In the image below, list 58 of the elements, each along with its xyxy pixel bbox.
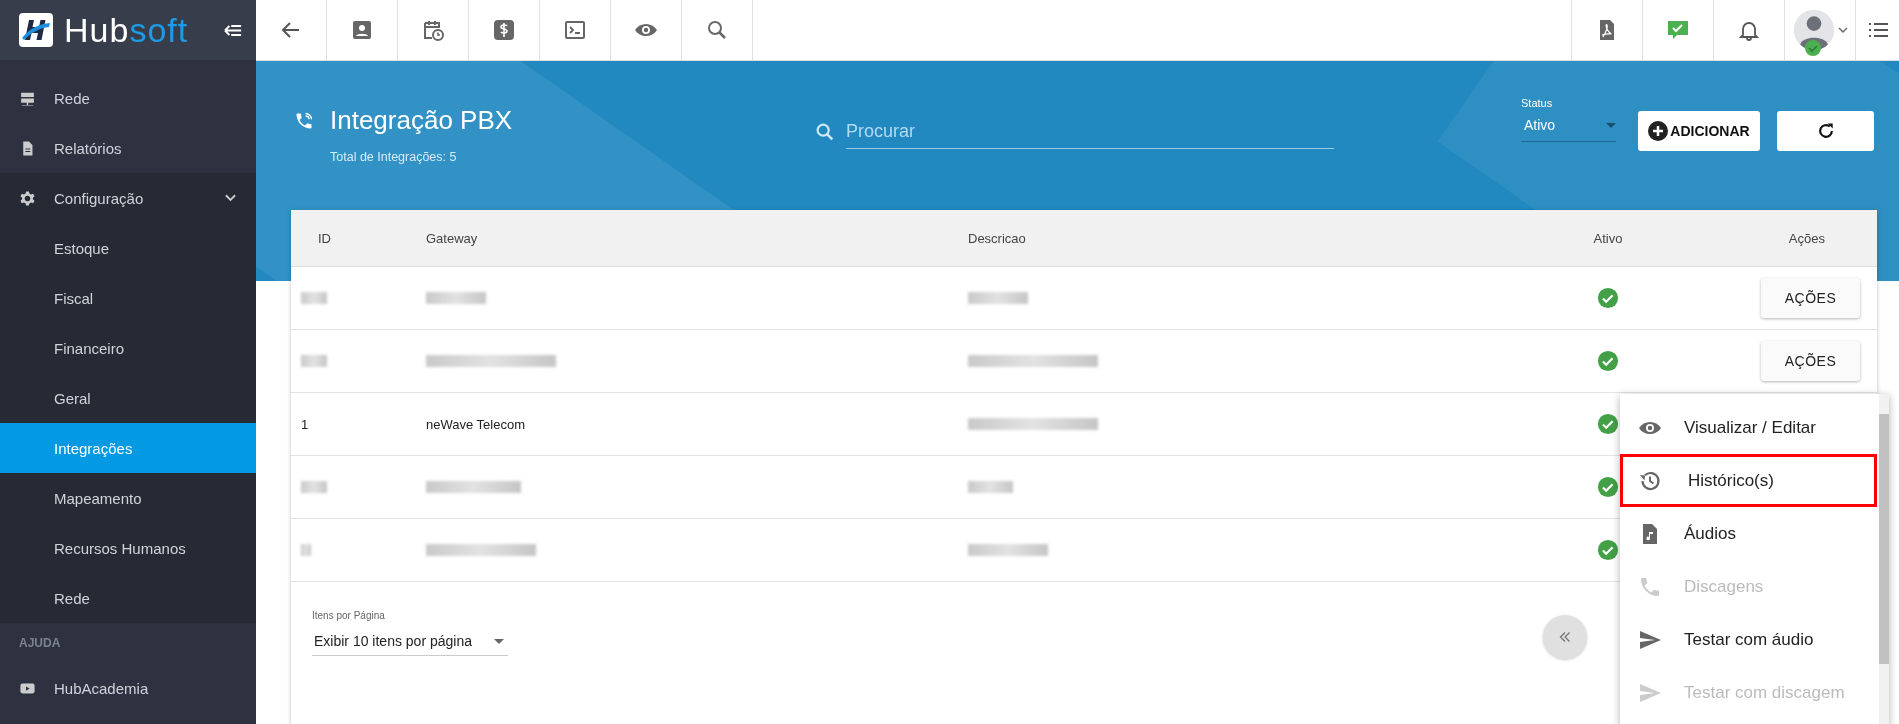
contact-card-icon	[350, 18, 374, 42]
terminal-icon	[563, 18, 587, 42]
blurred-text	[301, 355, 327, 367]
blurred-text	[426, 292, 486, 304]
integration-count: Total de Integrações: 5	[330, 150, 458, 164]
column-header: ID	[317, 230, 332, 246]
sidebar-item[interactable]: Rede	[0, 73, 256, 123]
sidebar-item[interactable]: Fiscal	[0, 273, 256, 323]
refresh-button[interactable]	[1777, 111, 1874, 151]
caret-icon	[1838, 27, 1848, 33]
blurred-text	[301, 292, 327, 304]
sidebar-item[interactable]: Geral	[0, 373, 256, 423]
blurred-text	[968, 481, 1013, 493]
phone-icon	[294, 110, 314, 131]
sidebar-item[interactable]: Estoque	[0, 223, 256, 273]
menu-item[interactable]: Visualizar / Editar	[1620, 401, 1877, 454]
gear-icon	[19, 189, 36, 207]
blurred-text	[301, 544, 311, 556]
sidebar-item[interactable]: HubAcademia	[0, 663, 256, 713]
sidebar-item[interactable]: Recursos Humanos	[0, 523, 256, 573]
dropdown-icon	[494, 638, 504, 644]
add-button[interactable]: ADICIONAR	[1638, 111, 1760, 151]
status-select[interactable]: Ativo	[1521, 109, 1616, 142]
column-header: Ações	[1787, 230, 1826, 246]
actions-button[interactable]: AÇÕES	[1761, 341, 1860, 381]
search-icon	[814, 121, 836, 143]
sidebar-item[interactable]: Mapeamento	[0, 473, 256, 523]
blurred-text	[968, 292, 1028, 304]
avatar-icon	[1792, 8, 1836, 52]
column-header: Descricao	[968, 230, 1027, 246]
sidebar-item[interactable]: Configuração	[0, 173, 256, 223]
brand-name: Hubsoft	[64, 10, 190, 50]
column-header: Ativo	[1592, 230, 1624, 246]
dollar-icon	[492, 18, 516, 42]
page-title: Integração PBX	[330, 105, 513, 136]
page-size-label: Itens por Página	[312, 610, 386, 621]
menu-item[interactable]: Testar com áudio	[1620, 613, 1877, 666]
actions-button[interactable]: AÇÕES	[1761, 278, 1860, 318]
sidebar-item[interactable]: Financeiro	[0, 323, 256, 373]
menu-item[interactable]: Histórico(s)	[1620, 454, 1877, 507]
search-field[interactable]: Procurar	[846, 115, 1334, 149]
table-cell: neWave Telecom	[426, 416, 525, 432]
logo-icon	[18, 12, 54, 48]
table-cell: 1	[301, 416, 309, 432]
status-label: Status	[1521, 97, 1554, 109]
sidebar-item[interactable]: Relatórios	[0, 123, 256, 173]
column-header: Gateway	[426, 230, 479, 246]
section-heading: AJUDA	[18, 635, 62, 652]
dropdown-icon	[1606, 122, 1616, 128]
collapse-icon[interactable]	[224, 23, 242, 37]
menu-item[interactable]: Áudios	[1620, 507, 1877, 560]
page-size-select[interactable]: Exibir 10 itens por página	[312, 627, 508, 656]
blurred-text	[301, 481, 327, 493]
scrollbar[interactable]	[1879, 394, 1889, 724]
sidebar-item[interactable]: Rede	[0, 573, 256, 623]
chat-check-icon	[1666, 18, 1690, 42]
calendar-clock-icon	[421, 18, 445, 42]
plus-icon	[1648, 121, 1669, 141]
